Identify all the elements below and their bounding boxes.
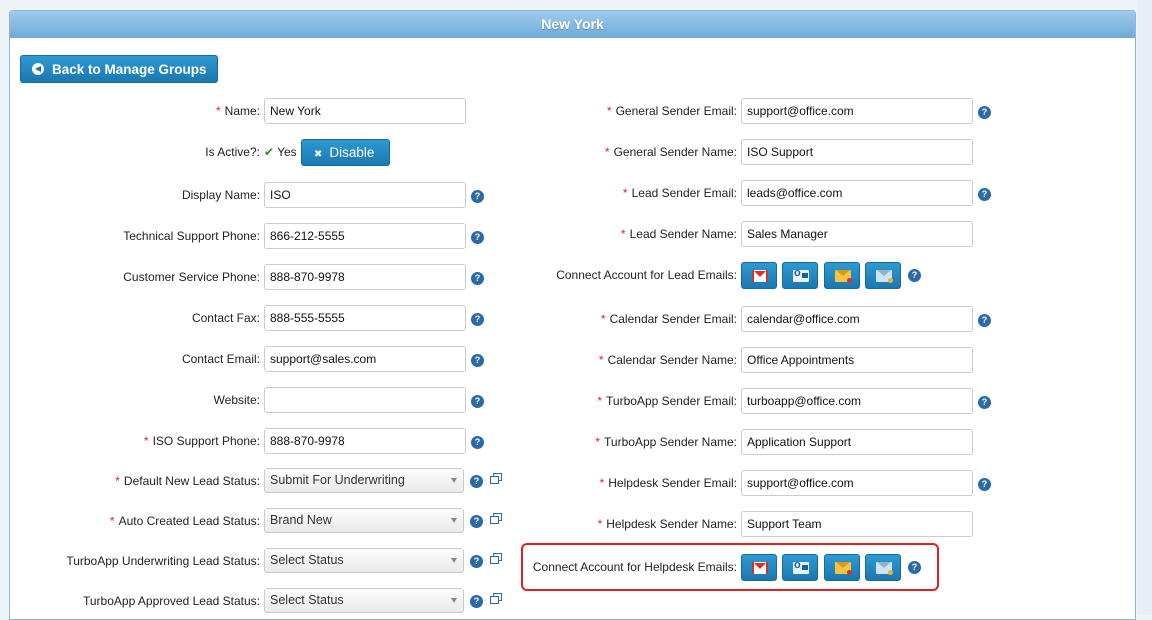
- turbo-approved-status-value: Select Status: [270, 593, 344, 607]
- calendar-name-label: Calendar Sender Name:: [607, 353, 737, 367]
- turbo-email-input[interactable]: [741, 388, 973, 414]
- helpdesk-email-row: *Helpdesk Sender Email: ?: [10, 470, 1010, 496]
- back-to-manage-groups-button[interactable]: ◀ Back to Manage Groups: [20, 55, 218, 83]
- connect-imap-button[interactable]: [824, 262, 860, 289]
- external-link-icon[interactable]: [490, 593, 502, 604]
- help-icon[interactable]: ?: [978, 314, 991, 327]
- turbo-approved-status-label: TurboApp Approved Lead Status:: [82, 594, 260, 608]
- required-marker: *: [606, 104, 612, 118]
- turbo-name-row: * TurboApp Sender Name:: [10, 429, 1010, 455]
- general-email-label: General Sender Email:: [615, 104, 737, 118]
- calendar-email-label: Calendar Sender Email:: [609, 312, 737, 326]
- gmail-icon: [752, 270, 768, 282]
- page-title: New York: [10, 11, 1135, 38]
- helpdesk-name-input[interactable]: [741, 511, 973, 537]
- required-marker: *: [620, 227, 626, 241]
- calendar-email-row: *Calendar Sender Email: ?: [10, 306, 1010, 332]
- back-button-label: Back to Manage Groups: [52, 61, 207, 77]
- required-marker: *: [597, 394, 603, 408]
- required-marker: *: [598, 353, 604, 367]
- connect-lead-label: Connect Account for Lead Emails:: [556, 268, 737, 282]
- help-icon[interactable]: ?: [908, 269, 921, 282]
- lead-email-row: *Lead Sender Email: ?: [10, 180, 1010, 206]
- lead-name-label: Lead Sender Name:: [629, 227, 737, 241]
- turbo-email-label: TurboApp Sender Email:: [606, 394, 737, 408]
- connect-outlook-button[interactable]: [782, 262, 818, 289]
- calendar-email-input[interactable]: [741, 306, 973, 332]
- calendar-name-row: * Calendar Sender Name:: [10, 347, 1010, 373]
- required-marker: *: [604, 145, 610, 159]
- smtp-icon: [876, 270, 893, 283]
- helpdesk-name-row: * Helpdesk Sender Name:: [10, 511, 1010, 537]
- help-icon[interactable]: ?: [470, 595, 483, 608]
- lead-name-input[interactable]: [741, 221, 973, 247]
- helpdesk-email-label: Helpdesk Sender Email:: [608, 476, 737, 490]
- turbo-email-row: *TurboApp Sender Email: ?: [10, 388, 1010, 414]
- lead-name-row: * Lead Sender Name:: [10, 221, 1010, 247]
- connect-smtp-button[interactable]: [865, 262, 901, 289]
- required-marker: *: [595, 435, 601, 449]
- turbo-name-input[interactable]: [741, 429, 973, 455]
- general-email-row: *General Sender Email: ?: [10, 98, 1010, 124]
- help-icon[interactable]: ?: [978, 188, 991, 201]
- back-arrow-icon: ◀: [32, 63, 44, 75]
- help-icon[interactable]: ?: [978, 478, 991, 491]
- general-email-input[interactable]: [741, 98, 973, 124]
- general-name-label: General Sender Name:: [613, 145, 737, 159]
- required-marker: *: [622, 186, 628, 200]
- lead-email-input[interactable]: [741, 180, 973, 206]
- connect-lead-row: Connect Account for Lead Emails: ?: [10, 262, 1010, 289]
- help-icon[interactable]: ?: [978, 396, 991, 409]
- turbo-name-label: TurboApp Sender Name:: [604, 435, 737, 449]
- helpdesk-connect-highlight: [521, 543, 939, 591]
- outlook-icon: [793, 267, 809, 282]
- dropdown-arrow-icon: [451, 598, 457, 603]
- general-name-input[interactable]: [741, 139, 973, 165]
- helpdesk-email-input[interactable]: [741, 470, 973, 496]
- required-marker: *: [597, 517, 603, 531]
- group-settings-panel: New York ◀ Back to Manage Groups * Name: …: [9, 10, 1136, 620]
- calendar-name-input[interactable]: [741, 347, 973, 373]
- helpdesk-name-label: Helpdesk Sender Name:: [606, 517, 737, 531]
- turbo-approved-status-row: TurboApp Approved Lead Status: Select St…: [10, 588, 510, 614]
- page-background-edge: [1138, 0, 1152, 615]
- connect-gmail-button[interactable]: [741, 262, 777, 289]
- required-marker: *: [599, 476, 605, 490]
- help-icon[interactable]: ?: [978, 106, 991, 119]
- imap-icon: [835, 270, 852, 283]
- general-name-row: * General Sender Name:: [10, 139, 1010, 165]
- turbo-approved-status-select[interactable]: Select Status: [264, 588, 464, 613]
- lead-email-label: Lead Sender Email:: [631, 186, 737, 200]
- required-marker: *: [600, 312, 606, 326]
